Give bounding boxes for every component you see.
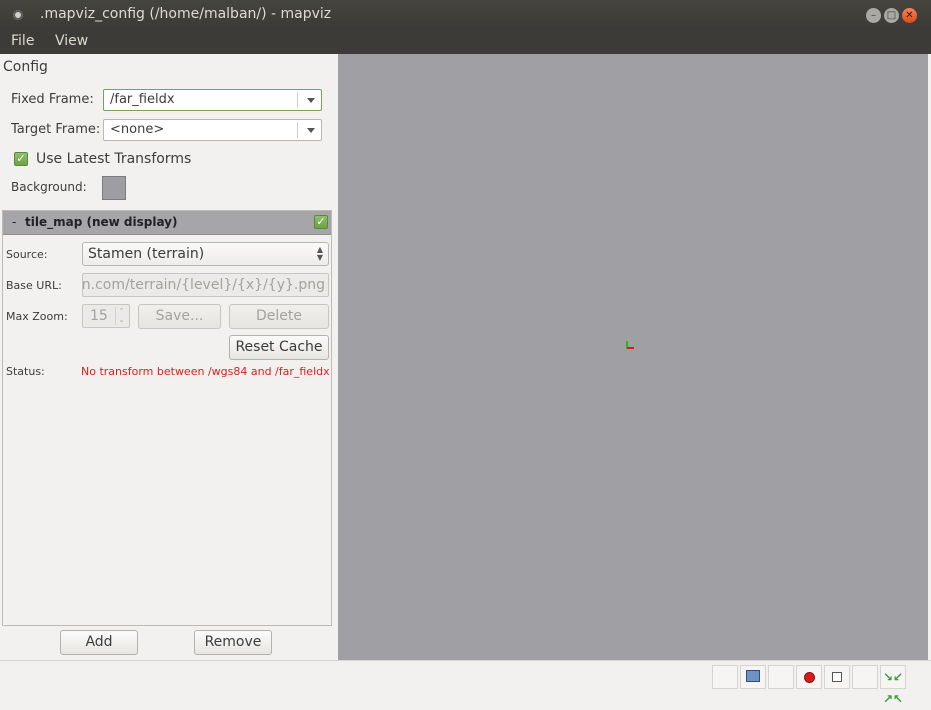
close-button[interactable]: ✕ (902, 8, 917, 23)
bottom-toolbar: ↘↙ ↗↖ (0, 660, 931, 706)
menu-view[interactable]: View (55, 33, 88, 49)
fixed-frame-label: Fixed Frame: (11, 92, 94, 107)
source-select[interactable]: Stamen (terrain) ▲ ▼ (82, 242, 329, 266)
background-label: Background: (11, 180, 87, 194)
source-value: Stamen (terrain) (88, 246, 205, 262)
blank-icon[interactable] (852, 665, 878, 689)
save-button[interactable]: Save... (138, 304, 221, 329)
stop-button[interactable] (824, 665, 850, 689)
screenshot-icon (746, 670, 760, 682)
config-panel: Config Fixed Frame: /far_fieldx Target F… (0, 54, 338, 660)
record-icon (804, 672, 815, 683)
chevron-down-icon (307, 128, 315, 133)
target-frame-combo[interactable]: <none> (103, 119, 322, 141)
minimize-button[interactable]: – (866, 8, 881, 23)
display-name: tile_map (new display) (25, 215, 178, 229)
spin-arrows-icon: ⌃ ⌄ (115, 307, 127, 325)
map-viewport[interactable] (338, 54, 928, 660)
fixed-frame-value: /far_fieldx (110, 92, 175, 107)
status-label: Status: (6, 365, 45, 378)
maximize-button[interactable]: □ (884, 8, 899, 23)
max-zoom-value: 15 (90, 308, 108, 324)
use-latest-transforms-checkbox[interactable]: ✓ (14, 152, 28, 166)
fit-view-icon: ↘↙ ↗↖ (882, 670, 904, 706)
config-heading: Config (3, 59, 48, 75)
display-list: - tile_map (new display) ✓ Source: Stame… (2, 210, 332, 626)
target-frame-label: Target Frame: (11, 122, 101, 137)
up-down-arrows-icon: ▲ ▼ (316, 245, 323, 262)
fixed-frame-combo[interactable]: /far_fieldx (103, 89, 322, 111)
base-url-value: amen.com/terrain/{level}/{x}/{y}.png (82, 277, 325, 293)
base-url-field: amen.com/terrain/{level}/{x}/{y}.png (82, 273, 329, 297)
display-enabled-checkbox[interactable]: ✓ (314, 215, 328, 229)
collapse-toggle[interactable]: - (12, 215, 16, 229)
blank-icon[interactable] (768, 665, 794, 689)
app-icon (13, 10, 23, 20)
window-title: .mapviz_config (/home/malban/) - mapviz (40, 6, 332, 22)
display-header[interactable]: - tile_map (new display) ✓ (3, 211, 331, 235)
base-url-label: Base URL: (6, 279, 62, 292)
delete-button[interactable]: Delete (229, 304, 329, 329)
menu-bar: File View (0, 30, 931, 54)
blank-icon[interactable] (712, 665, 738, 689)
status-message: No transform between /wgs84 and /far_fie… (81, 365, 330, 378)
display-properties: Source: Stamen (terrain) ▲▼ Base URL: am… (3, 235, 331, 625)
title-bar: .mapviz_config (/home/malban/) - mapviz … (0, 0, 931, 30)
frame-axis-x-marker (627, 347, 634, 349)
target-frame-value: <none> (110, 122, 165, 137)
reset-cache-button[interactable]: Reset Cache (229, 335, 329, 360)
remove-button[interactable]: Remove (194, 630, 272, 655)
stop-icon (832, 672, 842, 682)
chevron-down-icon (307, 98, 315, 103)
use-latest-transforms-label: Use Latest Transforms (36, 151, 192, 167)
source-label: Source: (6, 248, 48, 261)
fit-view-button[interactable]: ↘↙ ↗↖ (880, 665, 906, 706)
background-color-button[interactable] (102, 176, 126, 200)
menu-file[interactable]: File (11, 33, 34, 49)
screenshot-button[interactable] (740, 665, 766, 689)
max-zoom-spinbox: 15 ⌃ ⌄ (82, 304, 130, 328)
record-button[interactable] (796, 665, 822, 689)
max-zoom-label: Max Zoom: (6, 310, 68, 323)
add-button[interactable]: Add (60, 630, 138, 655)
